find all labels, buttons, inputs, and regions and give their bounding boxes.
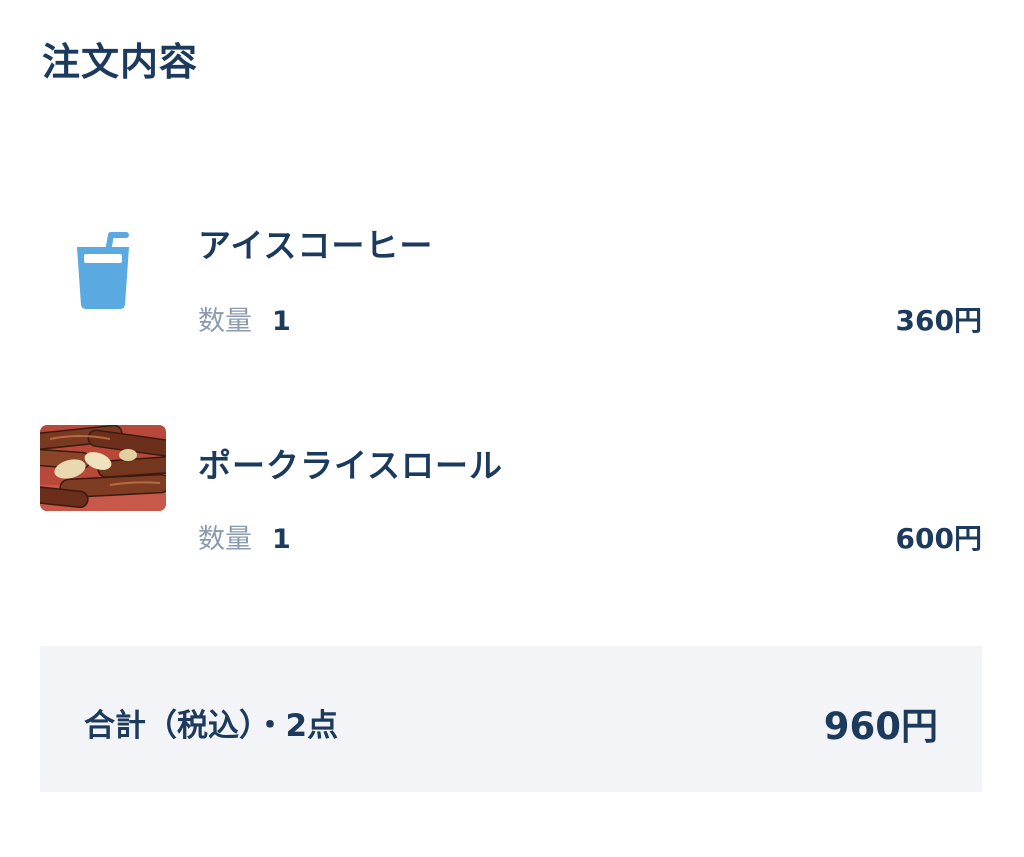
quantity-row: 数量 1 xyxy=(198,517,291,556)
quantity-value: 1 xyxy=(272,306,291,337)
quantity-label: 数量 xyxy=(198,306,252,337)
item-name: ポークライスロール xyxy=(198,446,504,485)
item-name: アイスコーヒー xyxy=(198,226,434,265)
page-title: 注文内容 xyxy=(42,40,199,84)
quantity-value: 1 xyxy=(272,524,291,555)
order-item: アイスコーヒー 数量 1 360円 xyxy=(40,215,982,375)
pork-rice-roll-photo xyxy=(40,425,166,511)
order-item: ポークライスロール 数量 1 600円 xyxy=(40,425,982,585)
order-total-summary: 合計（税込）・2点 960円 xyxy=(40,646,982,792)
quantity-row: 数量 1 xyxy=(198,299,291,338)
total-label: 合計（税込）・2点 xyxy=(84,708,339,744)
quantity-label: 数量 xyxy=(198,524,252,555)
iced-drink-icon xyxy=(40,225,166,311)
total-price: 960円 xyxy=(823,705,938,748)
item-price: 360円 xyxy=(895,304,982,337)
item-price: 600円 xyxy=(895,522,982,555)
